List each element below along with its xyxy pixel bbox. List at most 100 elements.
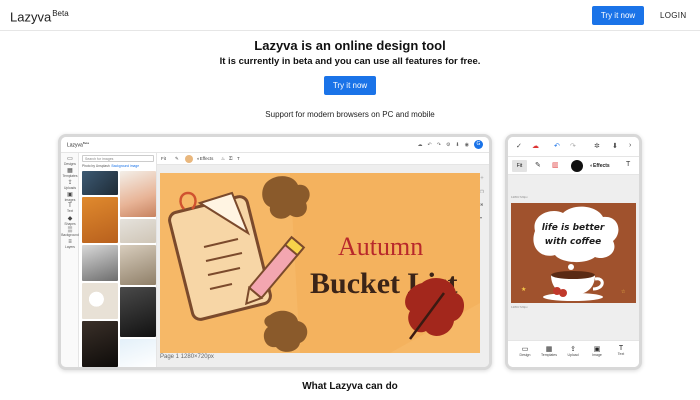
image-icon: ▣ [593,346,601,353]
text-tool-icon: T [237,156,240,161]
mobile-canvas-area: 1280×720px life is better with coffee ★ [508,175,639,340]
design-icon: ▭ [67,156,73,162]
autumn-artwork: Autumn Bucket List [160,173,480,353]
coffee-design-canvas: life is better with coffee ★ ☆ [511,203,636,303]
image-thumb [120,339,156,367]
settings-icon: ⚙ [445,141,451,148]
delete-icon: ✖ [480,202,484,207]
effects-button: ◐Effects [590,163,610,169]
page-info: Page 1 1280×720px [160,354,214,360]
template-icon: ▦ [67,168,73,174]
hero-try-button[interactable]: Try it now [324,76,376,95]
bulb-icon: ♨ [221,156,226,161]
desktop-topbar: LazyvaBeta ☁ ↶ ↷ ⚙ ⬇ ◉ G [61,137,489,153]
hero-title: Lazyva is an online design tool [254,38,446,53]
redo-icon: ↷ [436,141,441,148]
pen-icon: ✎ [175,156,179,161]
canvas-quote-line2: with coffee [545,237,601,247]
image-thumb [82,321,118,367]
bottom-item-design: ▭ Design [514,345,536,357]
sidebar-item-uploads: ⇪ Uploads [61,179,79,190]
text-tool-icon: T [626,161,631,168]
canvas-quote-line1: life is better [542,223,605,233]
image-thumb [82,197,118,243]
autumn-design-canvas: Autumn Bucket List [160,173,480,353]
more-icon: › [629,142,632,149]
brand-logo[interactable]: LazyvaBeta [10,9,69,24]
image-icon: ▣ [67,192,73,198]
undo-icon: ↶ [554,143,560,150]
down-arrow-icon: ▾ [480,215,483,220]
fit-button: Fit [512,160,527,172]
nav-try-button[interactable]: Try it now [592,6,644,25]
sidebar-item-designs: ▭ Designs [61,155,79,166]
cloud-icon: ☁ [417,141,423,148]
undo-icon: ↶ [427,141,432,148]
image-thumb [82,283,118,319]
desktop-canvas-area: Fit ✎ ◐Effects ♨ ⚿ T Autumn Bucket List … [157,153,489,367]
settings-icon: ✲ [594,143,600,150]
desktop-sidebar: ▭ Designs ▦ Templates ⇪ Uploads ▣ Images T Te… [61,153,79,367]
sidebar-item-background: ▒ Background [61,227,79,237]
image-search-input: Search for images [82,155,154,162]
check-icon: ✓ [516,143,522,150]
sidebar-item-images: ▣ Images [61,191,79,202]
image-thumb [120,171,156,217]
add-icon: ＋ [480,175,484,180]
text-icon: T [618,345,624,352]
sidebar-item-shapes: ◆ Shapes [61,215,79,226]
bottom-item-image: ▣ Image [586,345,608,357]
desktop-preview: LazyvaBeta ☁ ↶ ↷ ⚙ ⬇ ◉ G ▭ Designs ▦ Templ… [58,134,492,370]
cloud-icon: ☁ [532,143,539,150]
shapes-icon: ◆ [67,216,73,222]
star-icon: ★ [521,286,526,293]
mobile-topbar: ✓ ☁ ↶ ↷ ✲ ⬇ › [508,137,639,157]
image-panel: Search for images Photo by Unsplash Back… [79,153,157,367]
desktop-toolbar: Fit ✎ ◐Effects ♨ ⚿ T [157,153,489,165]
image-thumb [120,219,156,243]
star-icon: ☆ [621,289,626,295]
hero-subtitle: It is currently in beta and you can use … [219,56,481,67]
image-panel-tabs: Photo by Unsplash Background image [82,164,140,168]
image-thumb [82,171,118,195]
upload-icon: ⇪ [570,346,576,353]
redo-icon: ↷ [570,143,576,150]
color-swatch [571,160,583,172]
download-icon: ⬇ [455,141,460,148]
sidebar-item-templates: ▦ Templates [62,168,78,178]
image-thumb [120,287,156,337]
desktop-top-icons: ☁ ↶ ↷ ⚙ ⬇ ◉ G [418,140,483,149]
trash-icon: ▥ [552,162,559,169]
login-link[interactable]: LOGIN [660,11,686,20]
design-icon: ▭ [521,346,529,353]
page-caption: 1280×720px [511,195,528,199]
color-swatch [185,155,193,163]
bottom-item-text: T Text [610,345,632,356]
image-thumb [82,245,118,281]
support-text: Support for modern browsers on PC and mo… [265,110,435,119]
sidebar-item-layers: ≡ Layers [61,239,79,249]
canvas-title-line1: Autumn [338,232,423,261]
page-caption: 1280×720px [511,305,528,309]
top-nav: LazyvaBeta Try it now LOGIN [0,0,700,31]
bottom-item-templates: ▦ Templates [538,345,560,357]
effects-button: ◐Effects [197,156,214,161]
mobile-bottom-nav: ▭ Design ▦ Templates ⇪ Upload ▣ Image T Text [508,340,639,367]
lock-icon: ⚿ [229,156,233,161]
desktop-right-tools: ＋ ❐ ✖ ▾ [480,175,486,255]
avatar: G [474,140,483,149]
mobile-preview: ✓ ☁ ↶ ↷ ✲ ⬇ › Fit ✎ ▥ ◐Effects T 1280×72… [505,134,642,370]
section-heading: What Lazyva can do [302,381,398,392]
download-icon: ⬇ [612,143,618,150]
desktop-brand: LazyvaBeta [67,141,90,149]
mobile-toolbar: Fit ✎ ▥ ◐Effects T [508,157,639,175]
fit-button: Fit [161,156,166,161]
template-icon: ▦ [545,346,553,353]
bottom-item-upload: ⇪ Upload [562,345,584,357]
image-thumb [120,245,156,285]
menu-icon: ◉ [464,141,469,148]
copy-icon: ❐ [480,189,484,194]
sidebar-item-text: T Text [61,203,79,213]
coffee-artwork: life is better with coffee ★ ☆ [511,203,636,303]
upload-icon: ⇪ [67,180,73,186]
